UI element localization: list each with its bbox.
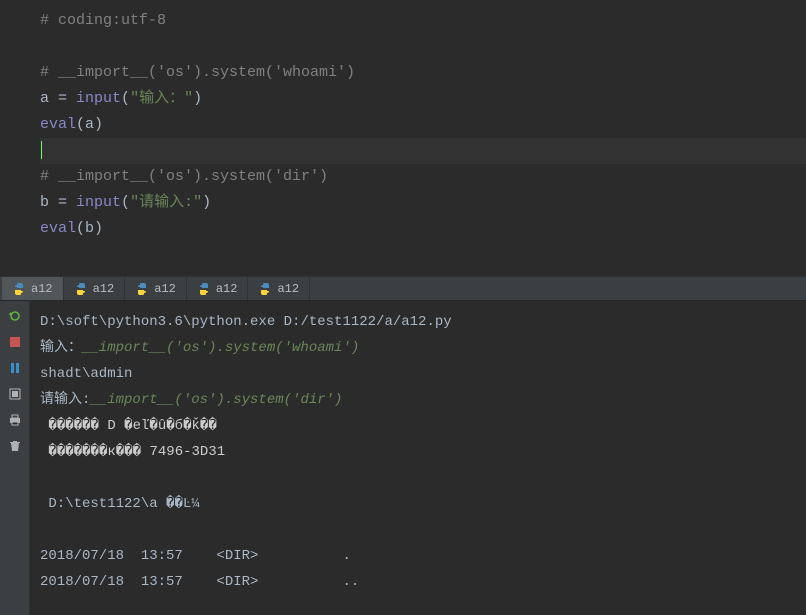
comment-line: # coding:utf-8: [40, 12, 166, 29]
exec-command: D:\soft\python3.6\python.exe D:/test1122…: [40, 309, 796, 335]
pause-icon[interactable]: [6, 359, 24, 377]
user-input: __import__('os').system('whoami'): [82, 340, 359, 356]
rerun-icon[interactable]: [6, 307, 24, 325]
console-panel: D:\soft\python3.6\python.exe D:/test1122…: [0, 301, 806, 615]
trash-icon[interactable]: [6, 437, 24, 455]
prompt-label: 输入：: [40, 340, 82, 356]
stop-icon[interactable]: [6, 333, 24, 351]
python-icon: [197, 282, 211, 296]
run-tab[interactable]: a12: [2, 277, 64, 300]
console-output[interactable]: D:\soft\python3.6\python.exe D:/test1122…: [30, 301, 806, 615]
console-gutter: [0, 301, 30, 615]
tab-label: a12: [31, 282, 53, 296]
print-icon[interactable]: [6, 411, 24, 429]
run-tabs-bar: a12 a12 a12 a12 a12: [0, 276, 806, 301]
run-tab[interactable]: a12: [125, 277, 187, 300]
output-line: ������ D �еľ�û�б�ǩ��: [40, 413, 796, 439]
run-tab[interactable]: a12: [64, 277, 126, 300]
python-icon: [135, 282, 149, 296]
restore-icon[interactable]: [6, 385, 24, 403]
output-line: shadt\admin: [40, 361, 796, 387]
comment-line: # __import__('os').system('dir'): [40, 168, 328, 185]
python-icon: [74, 282, 88, 296]
tab-label: a12: [93, 282, 115, 296]
python-icon: [258, 282, 272, 296]
user-input: __import__('os').system('dir'): [90, 392, 342, 408]
run-tab[interactable]: a12: [248, 277, 310, 300]
output-line: �������к��� 7496-3D31: [40, 439, 796, 465]
comment-line: # __import__('os').system('whoami'): [40, 64, 355, 81]
tab-label: a12: [154, 282, 176, 296]
prompt-label: 请输入:: [40, 392, 90, 408]
dir-entry: 2018/07/18 13:57 <DIR> ..: [40, 569, 796, 595]
tab-label: a12: [277, 282, 299, 296]
dir-entry: 2018/07/18 13:57 <DIR> .: [40, 543, 796, 569]
output-line: D:\test1122\a ��Ŀ¼: [40, 491, 796, 517]
run-tab[interactable]: a12: [187, 277, 249, 300]
current-line: [40, 138, 806, 164]
code-editor[interactable]: # coding:utf-8 # __import__('os').system…: [0, 0, 806, 276]
tab-label: a12: [216, 282, 238, 296]
python-icon: [12, 282, 26, 296]
caret-icon: [41, 141, 42, 159]
